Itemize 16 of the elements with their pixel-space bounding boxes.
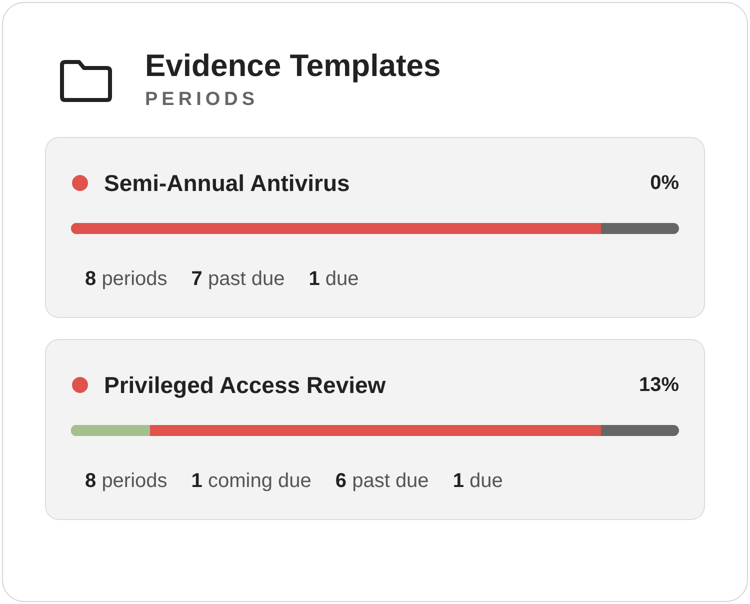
- template-name: Privileged Access Review: [104, 371, 386, 400]
- template-card[interactable]: Privileged Access Review 13% 8 periods 1 coming due 6 past due 1 due: [45, 339, 705, 520]
- stat-label: 1 due: [308, 266, 359, 292]
- stat-label: 6 past due: [335, 468, 429, 494]
- card-subtitle: PERIODS: [145, 88, 260, 112]
- stat-label: 1 due: [452, 468, 503, 494]
- stat-label: 8 periods: [85, 468, 168, 494]
- percent-label: 13%: [638, 373, 679, 398]
- template-card[interactable]: Semi-Annual Antivirus 0% 8 periods 7 past due 1 due: [45, 137, 705, 318]
- template-name: Semi-Annual Antivirus: [104, 169, 350, 198]
- stat-label: 8 periods: [85, 266, 168, 292]
- percent-label: 0%: [650, 171, 679, 196]
- stat-label: 7 past due: [191, 266, 285, 292]
- stat-label: 1 coming due: [191, 468, 312, 494]
- card-title: Evidence Templates: [145, 47, 441, 85]
- folder-icon: [59, 59, 113, 103]
